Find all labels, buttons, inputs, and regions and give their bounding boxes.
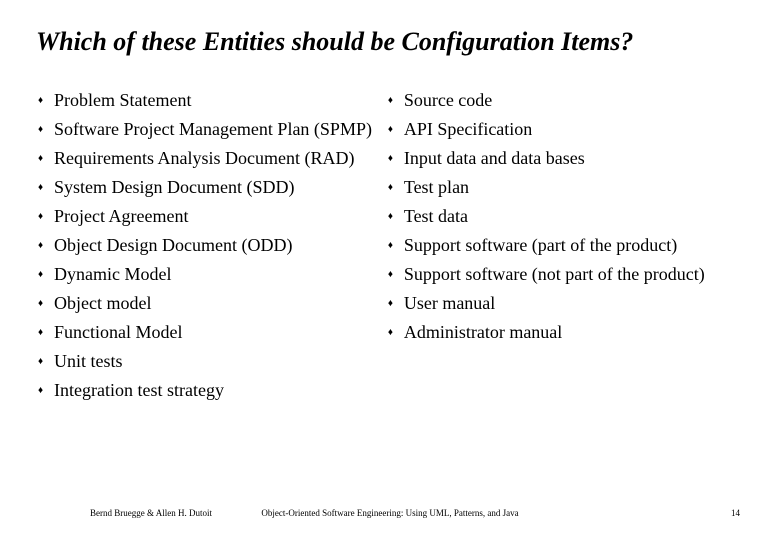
diamond-bullet-icon: ♦ <box>386 232 404 260</box>
footer-authors: Bernd Bruegge & Allen H. Dutoit <box>90 508 212 518</box>
list-item: ♦Dynamic Model <box>36 261 376 289</box>
diamond-bullet-icon: ♦ <box>386 290 404 318</box>
list-item: ♦Object model <box>36 290 376 318</box>
diamond-bullet-icon: ♦ <box>386 87 404 115</box>
list-item: ♦Administrator manual <box>386 319 754 347</box>
list-item: ♦Support software (part of the product) <box>386 232 754 260</box>
list-item: ♦Object Design Document (ODD) <box>36 232 376 260</box>
left-column: ♦Problem Statement ♦Software Project Man… <box>36 87 376 406</box>
diamond-bullet-icon: ♦ <box>36 348 54 376</box>
list-item: ♦Project Agreement <box>36 203 376 231</box>
list-item: ♦Test plan <box>386 174 754 202</box>
slide-footer: Bernd Bruegge & Allen H. Dutoit Object-O… <box>0 508 780 518</box>
diamond-bullet-icon: ♦ <box>386 319 404 347</box>
list-item: ♦System Design Document (SDD) <box>36 174 376 202</box>
list-item: ♦Input data and data bases <box>386 145 754 173</box>
diamond-bullet-icon: ♦ <box>36 174 54 202</box>
slide: Which of these Entities should be Config… <box>0 0 780 406</box>
list-item: ♦Requirements Analysis Document (RAD) <box>36 145 376 173</box>
list-item: ♦Problem Statement <box>36 87 376 115</box>
footer-page-number: 14 <box>731 508 740 518</box>
diamond-bullet-icon: ♦ <box>36 145 54 173</box>
diamond-bullet-icon: ♦ <box>36 87 54 115</box>
slide-title: Which of these Entities should be Config… <box>36 26 744 57</box>
diamond-bullet-icon: ♦ <box>386 174 404 202</box>
right-list: ♦Source code ♦API Specification ♦Input d… <box>386 87 754 347</box>
left-list: ♦Problem Statement ♦Software Project Man… <box>36 87 376 405</box>
list-item: ♦Integration test strategy <box>36 377 376 405</box>
diamond-bullet-icon: ♦ <box>386 116 404 144</box>
diamond-bullet-icon: ♦ <box>386 203 404 231</box>
diamond-bullet-icon: ♦ <box>386 145 404 173</box>
diamond-bullet-icon: ♦ <box>36 377 54 405</box>
list-item: ♦API Specification <box>386 116 754 144</box>
diamond-bullet-icon: ♦ <box>386 261 404 289</box>
right-column: ♦Source code ♦API Specification ♦Input d… <box>386 87 754 406</box>
list-item: ♦Unit tests <box>36 348 376 376</box>
diamond-bullet-icon: ♦ <box>36 232 54 260</box>
list-item: ♦Support software (not part of the produ… <box>386 261 754 289</box>
diamond-bullet-icon: ♦ <box>36 261 54 289</box>
list-item: ♦User manual <box>386 290 754 318</box>
footer-book-title: Object-Oriented Software Engineering: Us… <box>261 508 518 518</box>
list-item: ♦Software Project Management Plan (SPMP) <box>36 116 376 144</box>
diamond-bullet-icon: ♦ <box>36 116 54 144</box>
list-item: ♦Test data <box>386 203 754 231</box>
diamond-bullet-icon: ♦ <box>36 290 54 318</box>
list-item: ♦Source code <box>386 87 754 115</box>
diamond-bullet-icon: ♦ <box>36 203 54 231</box>
diamond-bullet-icon: ♦ <box>36 319 54 347</box>
list-item: ♦Functional Model <box>36 319 376 347</box>
content-columns: ♦Problem Statement ♦Software Project Man… <box>36 87 744 406</box>
